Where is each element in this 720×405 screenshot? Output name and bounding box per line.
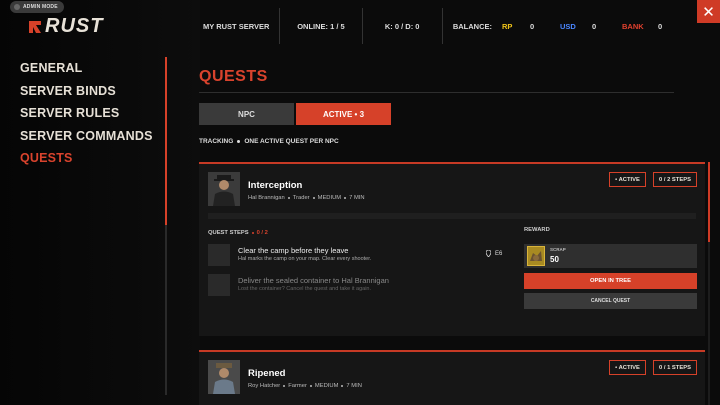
tab-active[interactable]: ACTIVE • 3	[296, 103, 391, 125]
quest-tabs: NPC ACTIVE • 3	[199, 103, 391, 125]
quest-duration: 7 MIN	[346, 383, 362, 389]
usd-label: USD	[560, 21, 576, 31]
location-grid: E6	[495, 250, 503, 257]
title-divider	[199, 92, 674, 93]
scrap-icon	[527, 246, 545, 266]
online-count: ONLINE: 1 / 5	[280, 8, 363, 44]
server-name: MY RUST SERVER	[190, 8, 281, 44]
steps-badge: 0 / 1 STEPS	[653, 360, 697, 375]
quest-difficulty: MEDIUM	[314, 383, 339, 389]
top-bar: MY RUST SERVER ONLINE: 1 / 5 K: 0 / D: 0…	[190, 8, 688, 44]
card-divider	[208, 213, 696, 219]
map-pin-icon	[486, 250, 491, 257]
usd-value: 0	[592, 21, 597, 31]
quest-name: Interception	[248, 180, 303, 191]
page-title: QUESTS	[199, 68, 268, 85]
rp-label: RP	[502, 21, 513, 31]
nav-item-quests[interactable]: QUESTS	[20, 150, 153, 173]
reward-label: REWARD	[524, 227, 550, 233]
admin-mode-label: ADMIN MODE	[23, 4, 58, 10]
content-scroll-thumb[interactable]	[708, 162, 710, 242]
npc-avatar	[208, 360, 240, 394]
status-badge: • ACTIVE	[609, 360, 646, 375]
steps-label: QUEST STEPS	[208, 230, 249, 236]
steps-badge: 0 / 2 STEPS	[653, 172, 697, 187]
npc-name: Hal Brannigan	[248, 195, 285, 201]
status-badge: • ACTIVE	[609, 172, 646, 187]
cancel-quest-button[interactable]: CANCEL QUEST	[524, 293, 697, 309]
tab-npc[interactable]: NPC	[199, 103, 294, 125]
reward-item: SCRAP 50	[524, 244, 697, 268]
npc-role: Trader	[292, 195, 310, 201]
npc-portrait-icon	[208, 360, 240, 394]
bullet-icon	[287, 197, 290, 199]
admin-mode-badge[interactable]: ADMIN MODE	[10, 1, 64, 13]
quest-name: Ripened	[248, 368, 286, 379]
nav-scroll-thumb[interactable]	[165, 57, 167, 225]
nav-item-server-commands[interactable]: SERVER COMMANDS	[20, 128, 153, 151]
quest-duration: 7 MIN	[349, 195, 365, 201]
step-checkbox	[208, 244, 230, 266]
npc-avatar	[208, 172, 240, 206]
step-title: Clear the camp before they leave	[238, 246, 349, 255]
balance-label: BALANCE:	[452, 21, 492, 31]
npc-name: Roy Hatcher	[248, 383, 281, 389]
quest-difficulty: MEDIUM	[317, 195, 342, 201]
toggle-icon	[14, 4, 20, 10]
bank-value: 0	[658, 21, 663, 31]
kill-death: K: 0 / D: 0	[363, 8, 443, 44]
bullet-icon	[341, 385, 344, 387]
steps-count: 0 / 2	[256, 230, 268, 236]
rust-logo: RUST	[27, 15, 103, 38]
quest-meta: Roy Hatcher Farmer MEDIUM 7 MIN	[248, 383, 362, 389]
quest-card: Interception Hal Brannigan Trader MEDIUM…	[199, 162, 705, 336]
bank-label: BANK	[622, 21, 644, 31]
quest-step: Deliver the sealed container to Hal Bran…	[208, 274, 508, 296]
bullet-icon	[309, 385, 312, 387]
rust-logo-icon	[29, 20, 41, 33]
bullet-icon	[344, 197, 347, 199]
quest-meta: Hal Brannigan Trader MEDIUM 7 MIN	[248, 195, 365, 201]
step-location[interactable]: E6	[486, 250, 502, 257]
npc-role: Farmer	[288, 383, 307, 389]
tracking-label: TRACKING	[199, 138, 234, 145]
logo-text: RUST	[45, 15, 104, 37]
reward-item-name: SCRAP	[550, 247, 566, 252]
step-title: Deliver the sealed container to Hal Bran…	[238, 276, 389, 285]
npc-portrait-icon	[208, 172, 240, 206]
rp-value: 0	[530, 21, 535, 31]
bullet-icon	[312, 197, 315, 199]
nav-item-server-binds[interactable]: SERVER BINDS	[20, 83, 153, 106]
bullet-icon	[283, 385, 286, 387]
step-checkbox	[208, 274, 230, 296]
quest-steps-header: QUEST STEPS 0 / 2	[208, 230, 268, 236]
open-in-tree-button[interactable]: OPEN IN TREE	[524, 273, 697, 289]
balance: BALANCE: RP 0 USD 0 BANK 0	[443, 8, 688, 44]
close-icon: ✕	[702, 3, 715, 21]
step-description: Lost the container? Cancel the quest and…	[238, 286, 372, 292]
tracking-info: TRACKING ONE ACTIVE QUEST PER NPC	[199, 138, 339, 145]
nav-scroll-track[interactable]	[165, 225, 167, 395]
quest-card: Ripened Roy Hatcher Farmer MEDIUM 7 MIN …	[199, 350, 705, 405]
reward-quantity: 50	[550, 255, 559, 264]
nav-item-general[interactable]: GENERAL	[20, 60, 153, 83]
bullet-icon	[251, 232, 254, 234]
nav-item-server-rules[interactable]: SERVER RULES	[20, 105, 153, 128]
sidebar-nav: GENERAL SERVER BINDS SERVER RULES SERVER…	[20, 60, 153, 173]
close-button[interactable]: ✕	[697, 0, 720, 23]
quest-step: Clear the camp before they leave Hal mar…	[208, 244, 508, 266]
bullet-icon	[237, 140, 241, 143]
step-description: Hal marks the camp on your map. Clear ev…	[238, 256, 372, 262]
tracking-text: ONE ACTIVE QUEST PER NPC	[244, 138, 339, 145]
scrap-pile-icon	[530, 251, 542, 261]
